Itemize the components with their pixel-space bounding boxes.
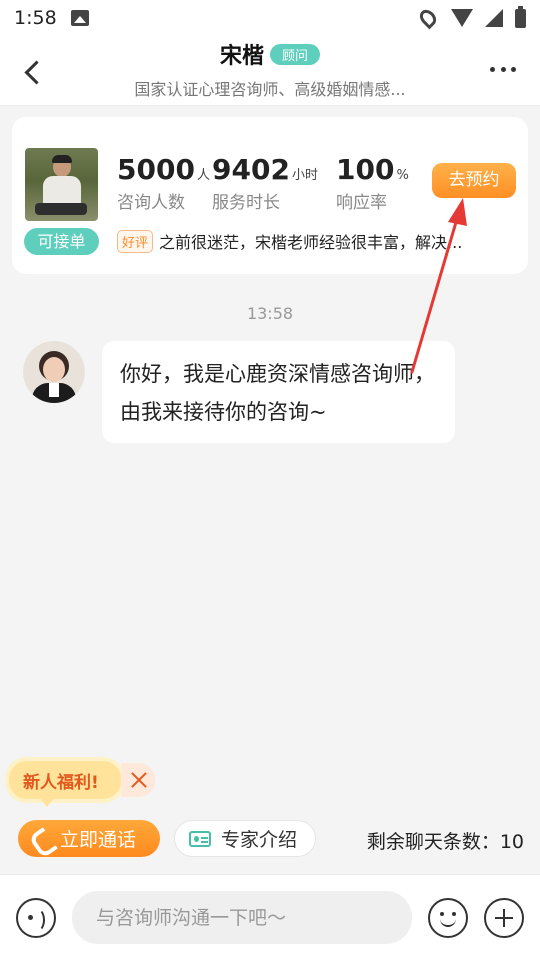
review-row[interactable]: 好评 之前很迷茫，宋楷老师经验很丰富，解决... <box>117 229 512 253</box>
remaining-chats-count: 剩余聊天条数：10 <box>366 831 524 853</box>
stat-service-hours: 9402 小时 服务时长 <box>212 153 318 213</box>
stat-label: 响应率 <box>336 193 387 213</box>
signal-icon <box>485 9 503 27</box>
stat-consultations: 5000 人 咨询人数 <box>117 153 210 213</box>
gallery-notification-icon <box>70 10 89 26</box>
stat-unit: 小时 <box>291 168 318 183</box>
counselor-name: 宋楷 <box>219 44 264 69</box>
plus-icon[interactable] <box>484 898 524 938</box>
counselor-credentials: 国家认证心理咨询师、高级婚姻情感... <box>134 80 406 99</box>
close-icon[interactable] <box>121 763 155 797</box>
id-card-icon <box>189 830 211 847</box>
more-icon[interactable] <box>490 64 516 74</box>
review-tag: 好评 <box>117 229 154 253</box>
book-appointment-button[interactable]: 去预约 <box>432 163 516 198</box>
call-now-button[interactable]: 立即通话 <box>18 820 160 857</box>
message-bubble: 你好，我是心鹿资深情感咨询师，由我来接待你的咨询~ <box>102 341 455 443</box>
stat-label: 咨询人数 <box>117 193 185 213</box>
battery-icon <box>515 5 526 28</box>
expert-intro-label: 专家介绍 <box>221 829 298 851</box>
counselor-card: 可接单 5000 人 咨询人数 9402 小时 服务时长 100% 响应率 去预约 … <box>12 117 528 274</box>
role-badge: 顾问 <box>270 43 321 65</box>
stat-value: 100 <box>336 153 395 186</box>
chat-header: 宋楷 顾问 国家认证心理咨询师、高级婚姻情感... <box>0 36 540 106</box>
stat-label: 服务时长 <box>212 193 280 213</box>
chat-timestamp: 13:58 <box>246 304 294 323</box>
voice-icon[interactable] <box>16 898 56 938</box>
status-bar: 1:58 <box>0 0 540 36</box>
wifi-icon <box>451 9 473 27</box>
stat-unit: 人 <box>196 168 210 183</box>
stat-response-rate: 100% 响应率 <box>336 153 409 213</box>
counselor-photo[interactable] <box>25 148 98 221</box>
newcomer-welfare-banner[interactable]: 新人福利! <box>9 761 157 807</box>
expert-intro-button[interactable]: 专家介绍 <box>174 820 316 857</box>
input-bar <box>0 874 540 960</box>
stat-value: 9402 <box>212 153 290 186</box>
availability-badge: 可接单 <box>24 228 99 255</box>
welfare-label: 新人福利! <box>23 773 99 793</box>
status-time: 1:58 <box>14 7 57 29</box>
message-input[interactable] <box>72 891 412 944</box>
review-text: 之前很迷茫，宋楷老师经验很丰富，解决... <box>159 233 463 252</box>
location-icon <box>416 6 440 30</box>
title-row: 宋楷 顾问 <box>0 38 540 70</box>
stat-unit: % <box>396 168 409 183</box>
counselor-avatar[interactable] <box>23 341 85 403</box>
stat-value: 5000 <box>117 153 195 186</box>
phone-icon <box>32 830 50 848</box>
call-now-label: 立即通话 <box>60 829 137 851</box>
status-icons <box>416 5 526 30</box>
emoji-icon[interactable] <box>428 898 468 938</box>
